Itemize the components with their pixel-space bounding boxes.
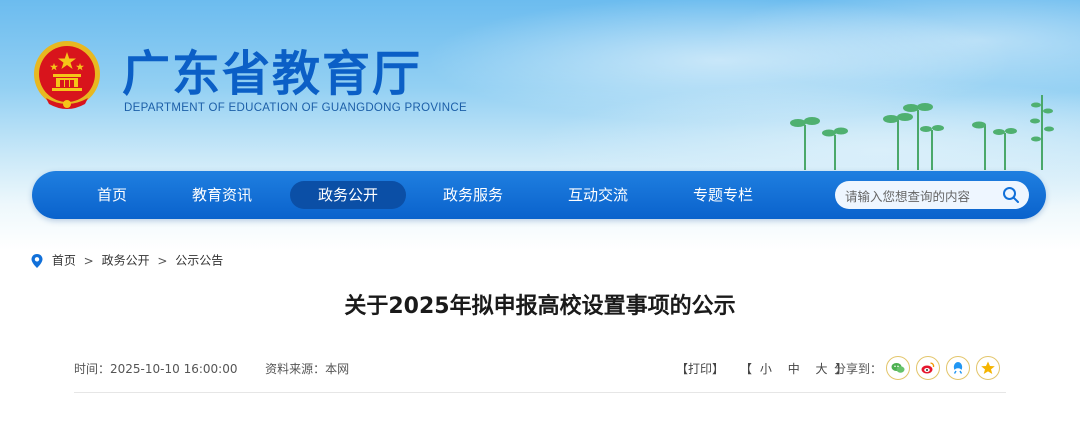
breadcrumb-government-affairs-open[interactable]: 政务公开 bbox=[102, 254, 150, 268]
site-title: 广东省教育厅 bbox=[122, 46, 423, 102]
nav-item-special-topics[interactable]: 专题专栏 bbox=[682, 181, 764, 209]
time-value: 2025-10-10 16:00:00 bbox=[110, 362, 238, 376]
search-input[interactable] bbox=[843, 181, 997, 211]
print-button-wrap: 【打印】 bbox=[676, 360, 724, 378]
search-icon[interactable] bbox=[1002, 186, 1020, 204]
breadcrumb-separator: > bbox=[83, 253, 94, 268]
print-button[interactable]: 【打印】 bbox=[676, 362, 724, 376]
nav-item-government-affairs-open[interactable]: 政务公开 bbox=[290, 181, 406, 209]
font-size-controls: 【 小 中 大 】 bbox=[740, 360, 847, 378]
font-bracket-open: 【 bbox=[740, 362, 753, 376]
site-subtitle: DEPARTMENT OF EDUCATION OF GUANGDONG PRO… bbox=[124, 102, 467, 114]
article-meta: 时间：2025-10-10 16:00:00 资料来源：本网 bbox=[74, 360, 349, 378]
font-size-small-button[interactable]: 小 bbox=[760, 362, 772, 376]
qq-icon bbox=[953, 362, 963, 374]
meta-divider bbox=[74, 392, 1006, 393]
source-label: 资料来源： bbox=[265, 362, 326, 376]
source-value: 本网 bbox=[325, 362, 350, 376]
share-weibo-button[interactable] bbox=[916, 356, 940, 380]
time-label: 时间： bbox=[74, 362, 111, 376]
nav-item-home[interactable]: 首页 bbox=[72, 181, 152, 209]
share-qzone-button[interactable] bbox=[976, 356, 1000, 380]
search-box bbox=[835, 181, 1029, 211]
share-qq-button[interactable] bbox=[946, 356, 970, 380]
weibo-icon bbox=[921, 362, 935, 374]
share-label: 分享到： bbox=[834, 362, 883, 376]
national-emblem-icon bbox=[34, 41, 100, 109]
font-size-large-button[interactable]: 大 bbox=[816, 362, 828, 376]
wechat-icon bbox=[891, 363, 905, 373]
nav-item-interaction[interactable]: 互动交流 bbox=[557, 181, 639, 209]
sprouts-decoration-icon bbox=[790, 95, 1054, 170]
breadcrumb-announcements[interactable]: 公示公告 bbox=[175, 254, 223, 268]
nav-item-education-news[interactable]: 教育资讯 bbox=[182, 181, 262, 209]
location-pin-icon bbox=[31, 253, 43, 268]
font-size-medium-button[interactable]: 中 bbox=[788, 362, 800, 376]
qzone-icon bbox=[981, 361, 995, 374]
breadcrumb-separator: > bbox=[157, 253, 168, 268]
main-navbar: 首页 教育资讯 政务公开 政务服务 互动交流 专题专栏 bbox=[32, 171, 1046, 219]
article-title: 关于2025年拟申报高校设置事项的公示 bbox=[344, 294, 736, 319]
breadcrumb-home[interactable]: 首页 bbox=[52, 254, 76, 268]
nav-item-government-services[interactable]: 政务服务 bbox=[432, 181, 514, 209]
share-wechat-button[interactable] bbox=[886, 356, 910, 380]
breadcrumb: 首页 > 政务公开 > 公示公告 bbox=[30, 251, 223, 269]
